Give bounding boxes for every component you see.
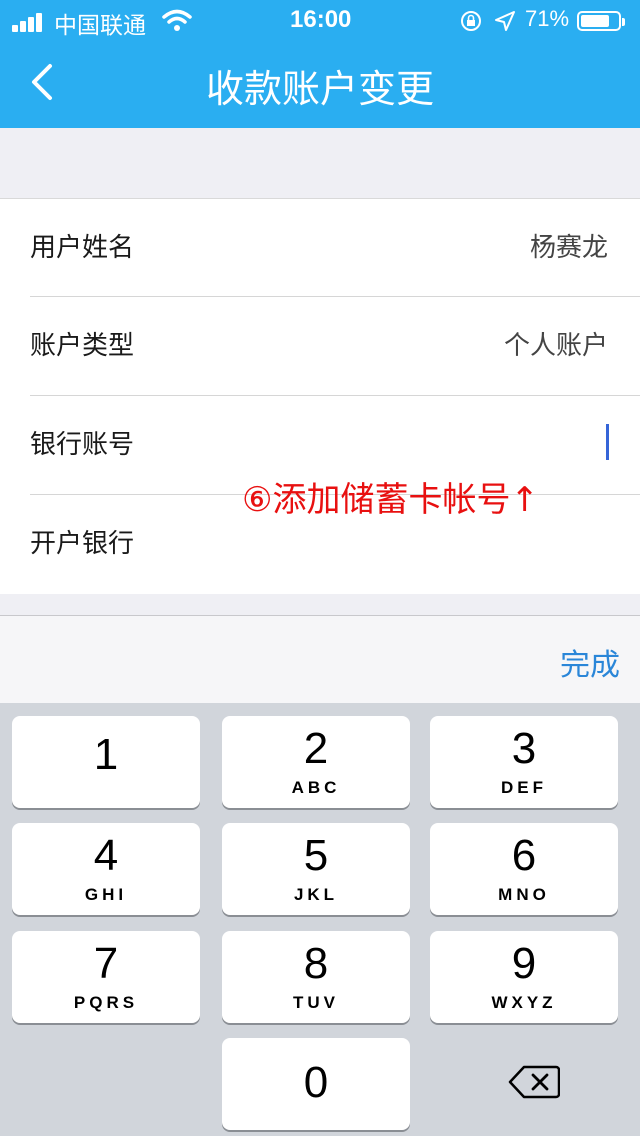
done-button[interactable]: 完成 xyxy=(560,640,620,684)
key-9[interactable]: 9 WXYZ xyxy=(430,931,618,1023)
account-type-label: 账户类型 xyxy=(30,331,135,361)
wifi-icon xyxy=(162,9,192,31)
key-7[interactable]: 7 PQRS xyxy=(12,931,200,1023)
key-letters: WXYZ xyxy=(491,993,557,1012)
key-digit: 8 xyxy=(303,939,329,988)
account-form: 用户姓名 杨赛龙 账户类型 个人账户 银行账号 开户银行 xyxy=(0,198,640,594)
key-6[interactable]: 6 MNO xyxy=(430,823,618,915)
key-4[interactable]: 4 GHI xyxy=(12,823,200,915)
annotation-text: ⑥添加储蓄卡帐号↑ xyxy=(242,480,539,520)
key-letters: ABC xyxy=(291,778,341,797)
key-digit: 5 xyxy=(303,831,329,880)
user-name-value: 杨赛龙 xyxy=(529,233,608,263)
keyboard-accessory-bar: 完成 xyxy=(0,615,640,704)
location-arrow-icon xyxy=(495,11,515,31)
key-3[interactable]: 3 DEF xyxy=(430,716,618,808)
orientation-lock-icon xyxy=(461,11,481,31)
key-letters: GHI xyxy=(84,885,128,904)
key-digit: 0 xyxy=(303,1058,329,1107)
key-letters: MNO xyxy=(498,885,550,904)
battery-percent: 71% xyxy=(525,6,570,31)
status-time: 16:00 xyxy=(290,6,352,33)
backspace-icon[interactable] xyxy=(508,1065,560,1099)
key-digit: 6 xyxy=(511,831,537,880)
status-bar: 中国联通 16:00 71% xyxy=(0,0,640,40)
signal-strength-icon xyxy=(12,10,52,32)
opening-bank-label: 开户银行 xyxy=(30,529,135,559)
row-user-name: 用户姓名 杨赛龙 xyxy=(0,199,640,297)
key-digit: 7 xyxy=(93,939,119,988)
key-1[interactable]: 1 xyxy=(12,716,200,808)
battery-level xyxy=(581,15,610,27)
key-digit: 4 xyxy=(93,831,119,880)
account-type-value[interactable]: 个人账户 xyxy=(504,325,608,362)
row-account-type[interactable]: 账户类型 个人账户 xyxy=(0,297,640,395)
key-letters: TUV xyxy=(293,993,339,1012)
key-8[interactable]: 8 TUV xyxy=(222,931,410,1023)
key-digit: 2 xyxy=(303,724,329,773)
key-letters: JKL xyxy=(293,885,339,904)
key-digit: 9 xyxy=(511,939,537,988)
text-cursor xyxy=(606,424,609,460)
key-5[interactable]: 5 JKL xyxy=(222,823,410,915)
key-digit: 3 xyxy=(511,724,537,773)
key-digit: 1 xyxy=(93,730,119,779)
user-name-label: 用户姓名 xyxy=(30,233,135,263)
key-letters: DEF xyxy=(501,778,547,797)
app-header: 中国联通 16:00 71% 收款账户变更 xyxy=(0,0,640,128)
page-title: 收款账户变更 xyxy=(205,67,434,111)
carrier-name: 中国联通 xyxy=(54,12,146,38)
key-0[interactable]: 0 xyxy=(222,1038,410,1130)
key-2[interactable]: 2 ABC xyxy=(222,716,410,808)
numeric-keypad: 1 2 ABC 3 DEF 4 GHI 5 JKL 6 MNO 7 PQRS 8… xyxy=(0,703,640,1136)
bank-account-label: 银行账号 xyxy=(30,430,135,460)
battery-icon xyxy=(577,11,625,31)
key-letters: PQRS xyxy=(73,993,139,1012)
